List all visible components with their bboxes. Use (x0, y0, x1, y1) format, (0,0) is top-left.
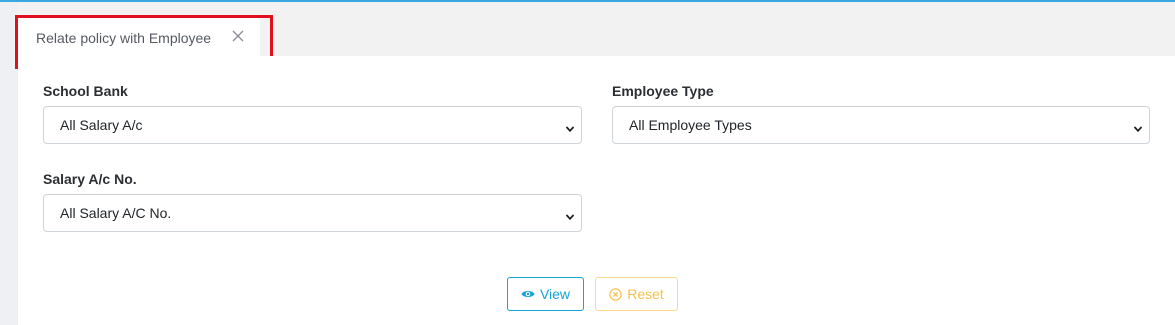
tab-bar: Relate policy with Employee (18, 2, 1175, 58)
school-bank-label: School Bank (43, 83, 128, 99)
circle-x-icon (609, 287, 622, 301)
employee-type-selected-value: All Employee Types (629, 117, 752, 133)
chevron-down-icon (565, 209, 575, 221)
reset-button[interactable]: Reset (595, 277, 678, 311)
school-bank-select[interactable]: All Salary A/c (43, 106, 582, 144)
view-button[interactable]: View (507, 277, 584, 311)
tab-title: Relate policy with Employee (36, 29, 212, 46)
school-bank-selected-value: All Salary A/c (60, 117, 143, 133)
employee-type-select[interactable]: All Employee Types (612, 106, 1150, 144)
close-icon[interactable] (231, 29, 245, 43)
employee-type-label: Employee Type (612, 83, 714, 99)
chevron-down-icon (565, 121, 575, 133)
form-panel: School Bank All Salary A/c Employee Type… (18, 56, 1175, 325)
view-button-label: View (539, 286, 571, 302)
eye-icon (521, 289, 535, 299)
salary-ac-no-selected-value: All Salary A/C No. (60, 205, 172, 221)
salary-ac-no-select[interactable]: All Salary A/C No. (43, 194, 582, 232)
tab-relate-policy[interactable]: Relate policy with Employee (18, 17, 260, 58)
salary-ac-no-label: Salary A/c No. (43, 171, 137, 187)
chevron-down-icon (1133, 121, 1143, 133)
reset-button-label: Reset (627, 286, 664, 302)
